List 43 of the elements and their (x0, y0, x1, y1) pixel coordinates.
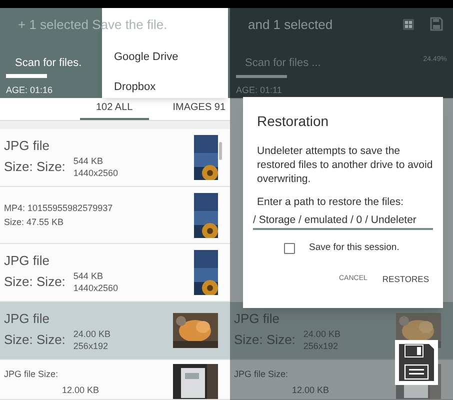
age-label: AGE: 01:11 (236, 84, 282, 98)
file-type: JPG file (4, 252, 51, 270)
file-type: JPG file Size: (234, 368, 290, 380)
image-dimensions: 1440x2560 (73, 282, 118, 294)
file-size: Size: 47.55 KB (4, 216, 65, 229)
file-type: JPG file (4, 136, 51, 154)
dialog-button[interactable]: RESTORES (382, 273, 429, 286)
menu-item[interactable]: Dropbox (114, 78, 156, 95)
file-type: JPG file Size: (4, 368, 60, 380)
image-dimensions: 256x192 (73, 340, 109, 352)
file-name: MP4: 10155955982579937 (4, 202, 113, 215)
header-title: and 1 selected (248, 16, 333, 34)
file-size: 544 KB (73, 154, 104, 166)
size-label: Size: Size: (4, 272, 66, 291)
path-prompt: Enter a path to restore the files: (256, 195, 404, 209)
scan-label: Scan for files ... (244, 56, 321, 72)
path-field[interactable]: / Storage / emulated / 0 / Undeleter (253, 212, 433, 230)
menu-item[interactable]: Google Drive (114, 49, 178, 66)
list-row[interactable]: JPG file Size: 12.00 KB (0, 360, 230, 400)
file-size: 24.00 KB (303, 328, 340, 340)
checkbox-label: Save for this session. (309, 241, 400, 255)
file-type: JPG file (4, 310, 51, 328)
save-icon[interactable] (430, 17, 443, 32)
grid-icon[interactable] (403, 18, 414, 30)
size-label: Size: Size: (234, 330, 296, 349)
file-type: JPG file (234, 310, 281, 328)
tab[interactable]: IMAGES 91 (170, 98, 228, 120)
age-label: AGE: 01:16 (6, 84, 53, 98)
image-dimensions: 256x192 (303, 340, 339, 352)
scan-label: Scan for files. (14, 56, 82, 71)
image-dimensions: 1440x2560 (73, 166, 118, 178)
file-size: 24.00 KB (73, 328, 110, 340)
size-label: Size: Size: (4, 330, 66, 349)
dialog-title: Restoration (256, 112, 330, 131)
file-size: 544 KB (73, 270, 104, 282)
dialog-message: Undeleter attempts to save the restored files to another drive to avoid overwriting. (256, 144, 433, 186)
list-row[interactable]: MP4: 10155955982579937 Size: 47.55 KB (0, 187, 230, 244)
tab[interactable]: 102 ALL (80, 98, 149, 120)
size-label: Size: Size: (4, 158, 66, 176)
checkbox[interactable] (284, 242, 295, 254)
file-size: 12.00 KB (291, 384, 330, 396)
scrollbar (219, 142, 222, 160)
file-size: 12.00 KB (61, 384, 100, 396)
